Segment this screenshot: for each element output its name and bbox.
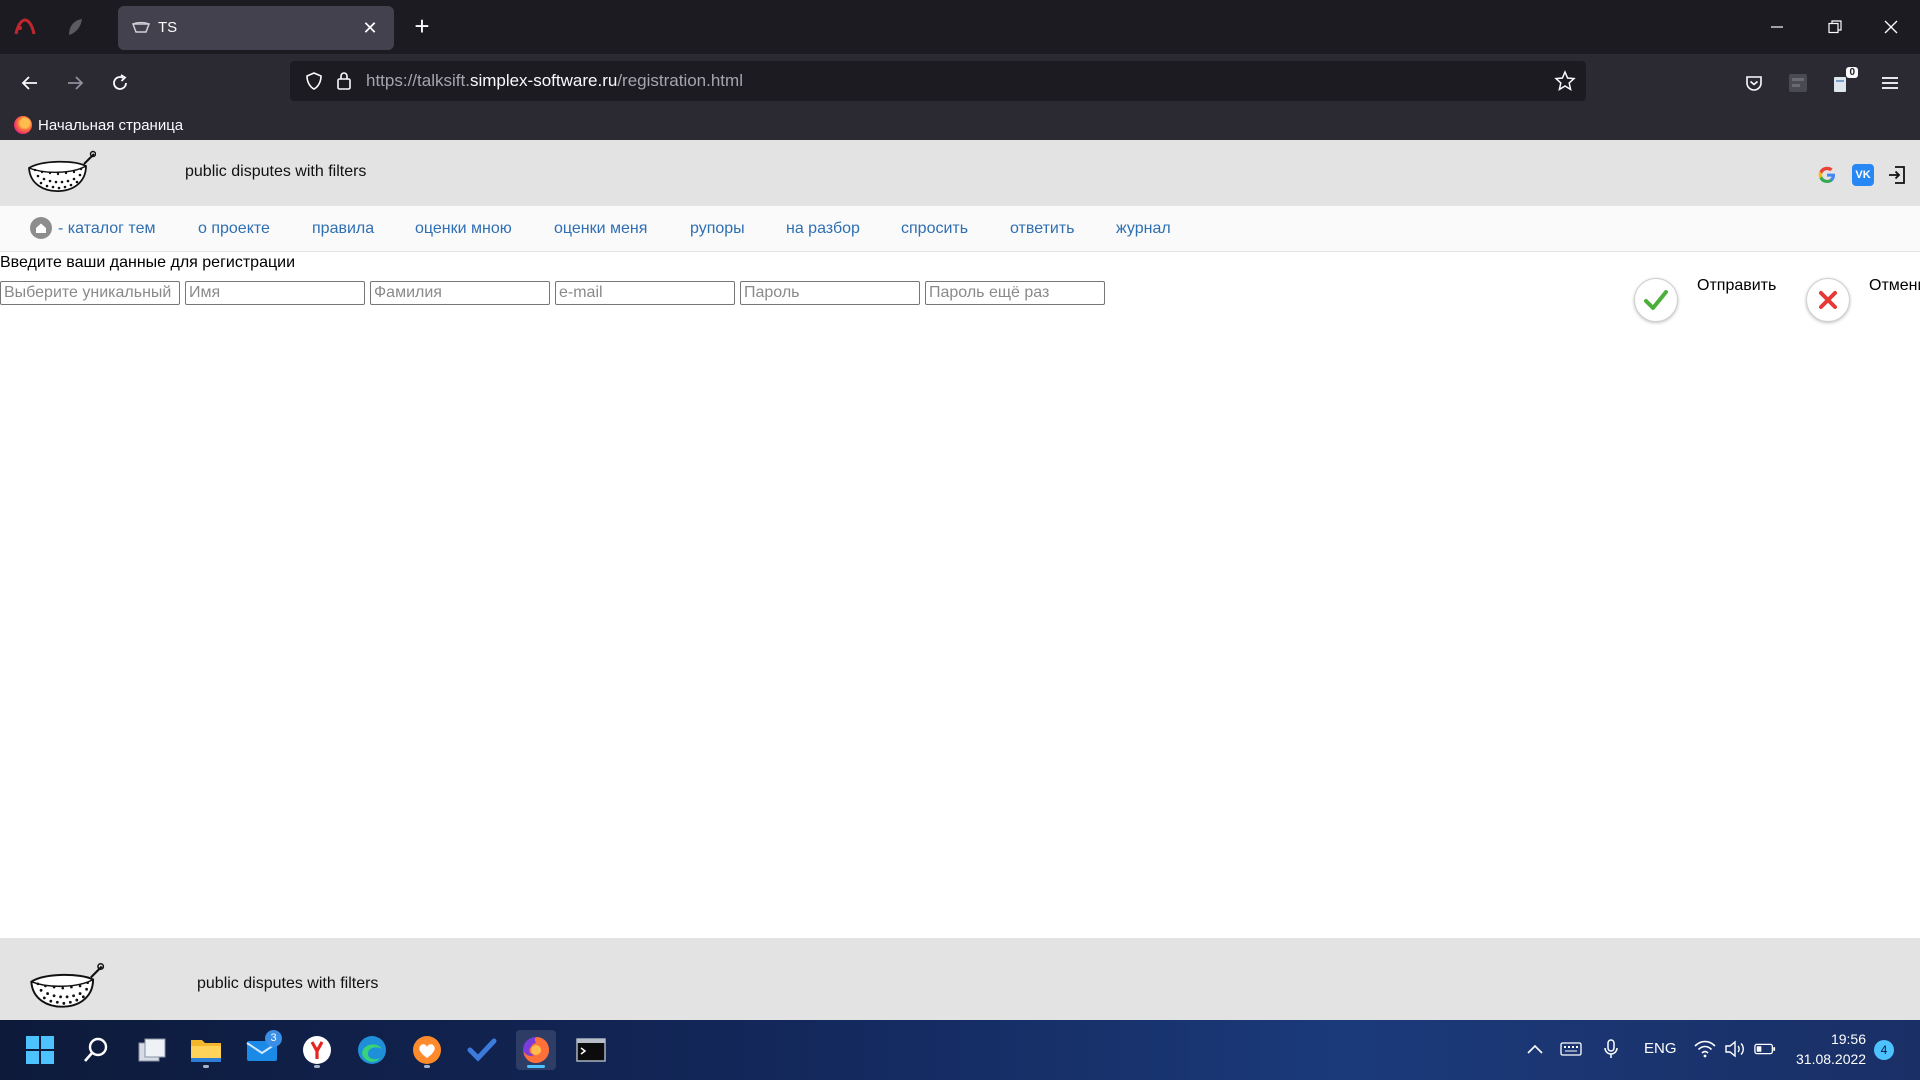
shield-icon[interactable] — [304, 71, 324, 91]
task-view-icon[interactable] — [132, 1030, 172, 1070]
chevron-up-icon[interactable] — [1524, 1038, 1546, 1060]
bookmark-star-icon[interactable] — [1554, 70, 1576, 92]
pinned-tab-leaf-icon[interactable] — [62, 14, 88, 40]
close-window-icon[interactable] — [1876, 12, 1906, 42]
back-arrow-icon[interactable] — [14, 67, 46, 99]
microphone-icon[interactable] — [1600, 1038, 1622, 1060]
restore-icon[interactable] — [1820, 12, 1850, 42]
reload-icon[interactable] — [104, 67, 136, 99]
registration-form-title: Введите ваши данные для регистрации — [0, 254, 296, 271]
keyboard-icon[interactable] — [1560, 1038, 1582, 1060]
cancel-label[interactable]: Отмени — [1869, 277, 1920, 295]
browser-tab-bar: TS ✕ + — [0, 0, 1920, 54]
file-explorer-icon[interactable] — [186, 1030, 226, 1070]
menu-item-ratings-of-me[interactable]: оценки меня — [554, 220, 647, 238]
pinned-tab-red-icon[interactable] — [12, 14, 38, 40]
vk-login-icon[interactable]: VK — [1852, 164, 1874, 186]
clock-date: 31.08.2022 — [1796, 1051, 1867, 1067]
menu-item-journal[interactable]: журнал — [1116, 220, 1171, 238]
tab-close-icon[interactable]: ✕ — [358, 16, 382, 40]
tab-favicon-icon — [131, 20, 151, 36]
firefox-taskbar-icon[interactable] — [516, 1030, 556, 1070]
clock-time: 19:56 — [1830, 1031, 1866, 1047]
menu-item-catalog[interactable]: - каталог тем — [58, 220, 155, 238]
volume-icon[interactable] — [1724, 1038, 1746, 1060]
site-menu: - каталог тем о проекте правила оценки м… — [0, 206, 1920, 252]
wifi-icon[interactable] — [1694, 1038, 1716, 1060]
menu-item-review[interactable]: на разбор — [786, 220, 860, 238]
cancel-button[interactable] — [1806, 278, 1850, 322]
edge-icon[interactable] — [352, 1030, 392, 1070]
heart-app-icon[interactable] — [407, 1030, 447, 1070]
menu-item-answer[interactable]: ответить — [1010, 220, 1075, 238]
menu-item-speakers[interactable]: рупоры — [690, 220, 745, 238]
google-login-icon[interactable] — [1816, 164, 1838, 186]
lock-icon[interactable] — [334, 70, 354, 92]
yandex-browser-icon[interactable] — [297, 1030, 337, 1070]
search-icon[interactable] — [76, 1030, 116, 1070]
windows-taskbar: 3 ENG 19:56 31.08.2022 4 — [0, 1020, 1920, 1080]
home-icon[interactable] — [30, 217, 52, 239]
footer-colander-logo-icon[interactable] — [26, 960, 106, 1012]
site-footer: public disputes with filters — [0, 938, 1920, 1020]
checkmark-icon — [1644, 290, 1668, 310]
mail-icon[interactable]: 3 — [242, 1030, 282, 1070]
system-clock[interactable]: 19:56 31.08.2022 — [1796, 1029, 1866, 1069]
sign-in-icon[interactable] — [1886, 164, 1908, 186]
menu-item-my-ratings[interactable]: оценки мною — [415, 220, 512, 238]
password-repeat-input[interactable] — [925, 281, 1105, 305]
firefox-icon — [14, 116, 32, 134]
terminal-icon[interactable] — [571, 1030, 611, 1070]
language-indicator[interactable]: ENG — [1644, 1040, 1677, 1057]
forward-arrow-icon[interactable] — [59, 67, 91, 99]
first-name-input[interactable] — [185, 281, 365, 305]
menu-item-rules[interactable]: правила — [312, 220, 374, 238]
footer-title: public disputes with filters — [197, 975, 379, 992]
app-menu-icon[interactable] — [1874, 67, 1906, 99]
cancel-x-icon — [1819, 291, 1837, 309]
menu-item-ask[interactable]: спросить — [901, 220, 968, 238]
url-bar[interactable]: https://talksift.simplex-software.ru/reg… — [290, 61, 1586, 101]
password-input[interactable] — [740, 281, 920, 305]
new-tab-button[interactable]: + — [408, 13, 436, 41]
extension-badge: 0 — [1846, 67, 1858, 78]
email-input[interactable] — [555, 281, 735, 305]
mail-badge: 3 — [265, 1030, 282, 1047]
todo-check-icon[interactable] — [462, 1030, 502, 1070]
site-header: public disputes with filters VK — [0, 140, 1920, 206]
submit-check-button[interactable] — [1634, 278, 1678, 322]
menu-item-about[interactable]: о проекте — [198, 220, 270, 238]
tab-title: TS — [158, 19, 178, 36]
web-page: public disputes with filters VK - катало… — [0, 140, 1920, 1020]
notification-badge[interactable]: 4 — [1874, 1040, 1894, 1060]
last-name-input[interactable] — [370, 281, 550, 305]
submit-label[interactable]: Отправить — [1697, 277, 1776, 295]
extension-badge-icon[interactable]: 0 — [1826, 67, 1858, 99]
bookmark-home-page[interactable]: Начальная страница — [14, 115, 183, 135]
start-windows-icon[interactable] — [20, 1030, 60, 1070]
extension-grey-icon[interactable] — [1782, 67, 1814, 99]
minimize-icon[interactable] — [1762, 12, 1792, 42]
url-text[interactable]: https://talksift.simplex-software.ru/reg… — [366, 71, 743, 91]
login-input[interactable] — [0, 281, 180, 305]
active-tab[interactable]: TS ✕ — [118, 6, 394, 50]
site-title: public disputes with filters — [185, 163, 367, 180]
colander-logo-icon[interactable] — [26, 148, 97, 196]
bookmarks-toolbar: Начальная страница — [0, 110, 1920, 140]
battery-icon[interactable] — [1754, 1038, 1776, 1060]
pocket-icon[interactable] — [1738, 67, 1770, 99]
